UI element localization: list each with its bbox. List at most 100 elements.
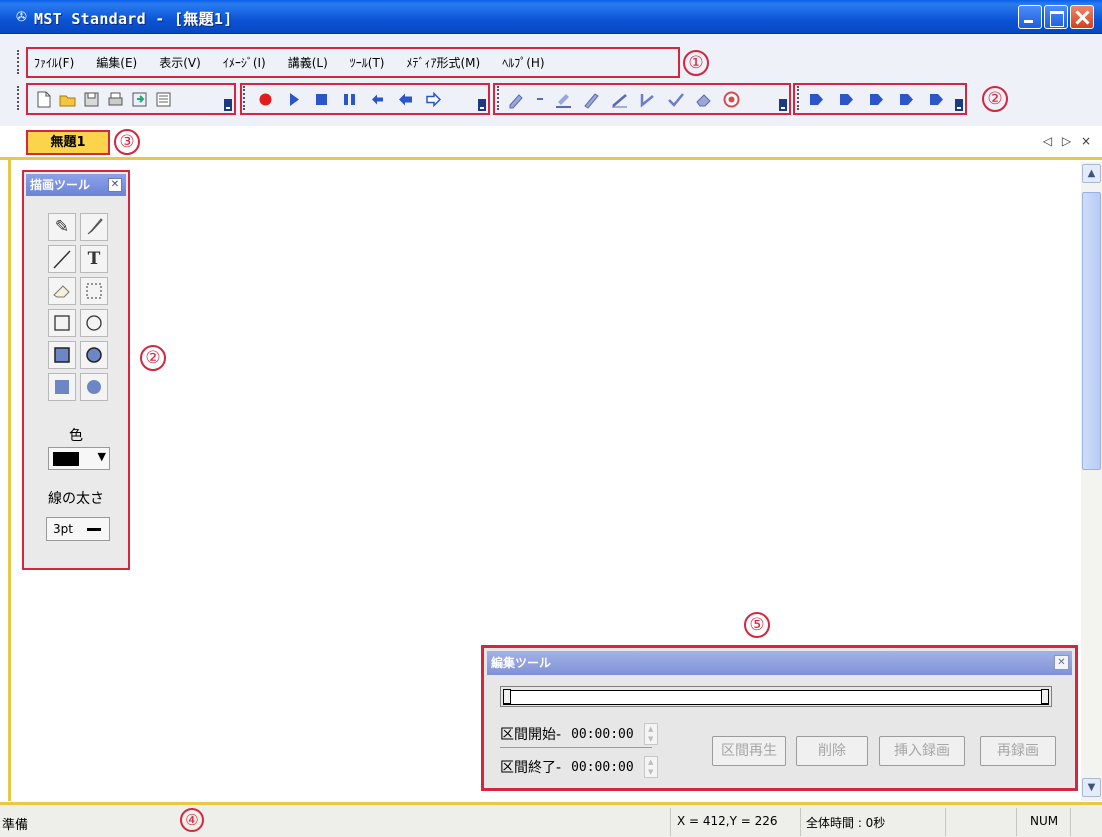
- close-icon[interactable]: ✕: [108, 178, 122, 192]
- rectangle-icon[interactable]: [48, 309, 76, 337]
- toolbar-options-button[interactable]: [955, 99, 963, 111]
- divider: [800, 808, 801, 836]
- new-document-icon[interactable]: [34, 90, 53, 109]
- slide-icon[interactable]: [927, 90, 946, 109]
- record-icon[interactable]: [256, 90, 275, 109]
- delete-button[interactable]: 削除: [796, 736, 868, 766]
- insert-record-button[interactable]: 挿入録画: [879, 736, 965, 766]
- slide-icon[interactable]: [897, 90, 916, 109]
- eraser-icon[interactable]: [694, 90, 713, 109]
- line-icon[interactable]: [610, 90, 629, 109]
- tool-grid: ✎ T: [48, 213, 108, 401]
- range-end-handle[interactable]: [1041, 689, 1049, 704]
- check-icon[interactable]: [666, 90, 685, 109]
- slide-icon[interactable]: [807, 90, 826, 109]
- menu-file[interactable]: ﾌｧｲﾙ(F): [28, 54, 85, 71]
- tab-navigation[interactable]: ◁ ▷ ×: [1043, 134, 1094, 148]
- back-icon[interactable]: [396, 90, 415, 109]
- close-icon[interactable]: ✕: [1054, 655, 1069, 670]
- pencil-icon[interactable]: ✎: [48, 213, 76, 241]
- toolbar-grip[interactable]: [17, 86, 20, 110]
- edit-panel-title: 編集ツール: [491, 656, 552, 670]
- range-end-label: 区間終了-: [500, 760, 562, 776]
- arrow-down-icon[interactable]: [535, 90, 545, 109]
- forward-icon[interactable]: [424, 90, 443, 109]
- stop-icon[interactable]: [312, 90, 331, 109]
- palette-title: 描画ツール: [30, 178, 91, 192]
- open-folder-icon[interactable]: [58, 90, 77, 109]
- file-toolbar: [26, 83, 236, 115]
- slide-icon[interactable]: [867, 90, 886, 109]
- vertical-scrollbar[interactable]: ▲ ▼: [1081, 162, 1102, 801]
- filled-ellipse-icon[interactable]: [80, 341, 108, 369]
- toolbar-options-button[interactable]: [478, 99, 486, 111]
- line-width-label: 線の太さ: [48, 491, 104, 507]
- status-bar: 準備 ④ X = 412,Y = 226 全体時間 : 0秒 NUM: [0, 802, 1102, 837]
- range-play-button[interactable]: 区間再生: [712, 736, 786, 766]
- menu-image[interactable]: ｲﾒｰｼﾞ(I): [212, 54, 277, 71]
- line-width-sample: [87, 528, 101, 531]
- range-end-spinner[interactable]: ▲ ▼: [643, 756, 658, 778]
- divider: [670, 808, 671, 836]
- properties-icon[interactable]: [154, 90, 173, 109]
- line-icon[interactable]: [48, 245, 76, 273]
- solid-ellipse-icon[interactable]: [80, 373, 108, 401]
- divider: [500, 747, 652, 748]
- pause-icon[interactable]: [340, 90, 359, 109]
- menu-lecture[interactable]: 講義(L): [277, 54, 339, 71]
- zoom-icon[interactable]: [722, 90, 741, 109]
- color-picker[interactable]: ▼: [48, 447, 110, 470]
- range-end-time[interactable]: 00:00:00: [571, 760, 634, 775]
- range-start-spinner[interactable]: ▲ ▼: [643, 723, 658, 745]
- palette-header[interactable]: 描画ツール ✕: [26, 174, 126, 196]
- slide-icon[interactable]: [837, 90, 856, 109]
- document-tab-bar: 無題1 ③ ◁ ▷ ×: [0, 126, 1102, 160]
- maximize-button[interactable]: [1044, 5, 1068, 29]
- brush-icon[interactable]: [80, 213, 108, 241]
- ellipse-icon[interactable]: [80, 309, 108, 337]
- line-width-picker[interactable]: 3pt: [46, 517, 110, 541]
- text-icon[interactable]: T: [80, 245, 108, 273]
- toolbar-options-button[interactable]: [779, 99, 787, 111]
- timeline-slider[interactable]: [500, 686, 1052, 707]
- annotation-marker: ②: [982, 86, 1008, 112]
- menubar-grip[interactable]: [17, 50, 20, 74]
- pen-icon[interactable]: [507, 90, 526, 109]
- range-start-handle[interactable]: [503, 689, 511, 704]
- tab-document[interactable]: 無題1: [26, 130, 110, 155]
- menu-help[interactable]: ﾍﾙﾌﾟ(H): [491, 54, 555, 71]
- save-icon[interactable]: [82, 90, 101, 109]
- drawing-toolbar: [493, 83, 791, 115]
- rerecord-button[interactable]: 再録画: [980, 736, 1056, 766]
- total-time: 全体時間 : 0秒: [806, 816, 886, 830]
- solid-rectangle-icon[interactable]: [48, 373, 76, 401]
- menu-tools[interactable]: ﾂｰﾙ(T): [339, 54, 396, 71]
- annotation-marker: ③: [114, 129, 140, 155]
- print-icon[interactable]: [106, 90, 125, 109]
- highlighter-icon[interactable]: [554, 90, 573, 109]
- eraser-icon[interactable]: [48, 277, 76, 305]
- line-width-value: 3pt: [53, 522, 73, 536]
- chevron-down-icon: ▼: [97, 450, 106, 463]
- menu-edit[interactable]: 編集(E): [85, 54, 148, 71]
- menu-media-format[interactable]: ﾒﾃﾞｨｱ形式(M): [395, 54, 491, 71]
- edit-panel-header[interactable]: 編集ツール ✕: [487, 651, 1072, 675]
- close-window-button[interactable]: [1070, 5, 1094, 29]
- check-icon[interactable]: [638, 90, 657, 109]
- pen-icon[interactable]: [582, 90, 601, 109]
- scroll-down-button[interactable]: ▼: [1082, 778, 1101, 797]
- scroll-thumb[interactable]: [1082, 192, 1101, 470]
- filled-rectangle-icon[interactable]: [48, 341, 76, 369]
- annotation-marker: ④: [180, 808, 204, 832]
- toolbar-options-button[interactable]: [224, 99, 232, 111]
- range-start-time[interactable]: 00:00:00: [571, 727, 634, 742]
- range-start-label: 区間開始-: [500, 727, 562, 743]
- scroll-up-button[interactable]: ▲: [1082, 164, 1101, 183]
- minimize-button[interactable]: [1018, 5, 1042, 29]
- import-icon[interactable]: [130, 90, 149, 109]
- num-lock-indicator: NUM: [1030, 814, 1059, 828]
- menu-view[interactable]: 表示(V): [148, 54, 212, 71]
- select-rect-icon[interactable]: [80, 277, 108, 305]
- prev-icon[interactable]: [368, 90, 387, 109]
- play-icon[interactable]: [284, 90, 303, 109]
